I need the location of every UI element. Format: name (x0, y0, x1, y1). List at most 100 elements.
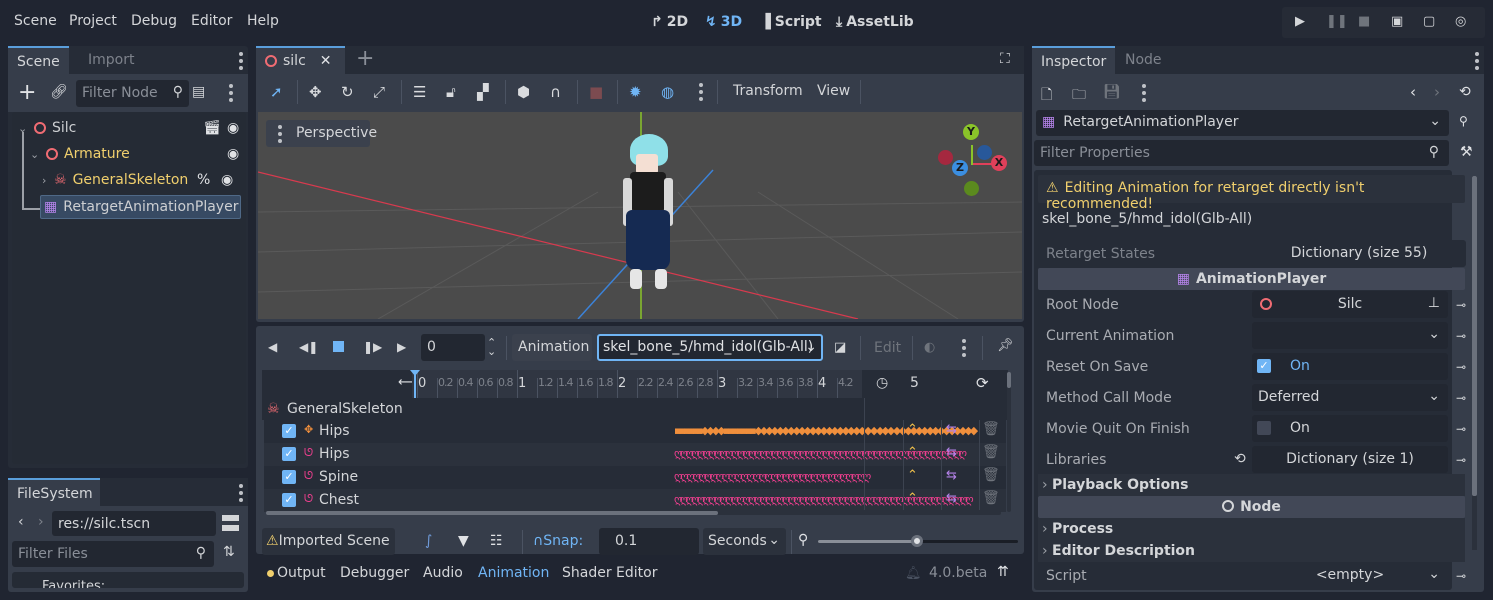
menu-editor[interactable]: Editor (191, 13, 232, 29)
gizmo-z[interactable]: Z (952, 160, 968, 176)
snap-unit-select[interactable]: Seconds ⌄ (703, 528, 786, 555)
mode-script-button[interactable]: ▐ Script (760, 14, 822, 30)
new-scene-tab-icon[interactable]: + (356, 46, 374, 71)
menu-help[interactable]: Help (247, 13, 279, 29)
revert-icon[interactable]: ⟲ (1234, 451, 1246, 467)
new-resource-icon[interactable]: 🗋︎ (1041, 84, 1052, 108)
menu-debug[interactable]: Debug (131, 13, 177, 29)
3d-viewport[interactable]: Perspective Y X Z (258, 112, 1022, 319)
orientation-gizmo[interactable]: Y X Z (938, 124, 1018, 204)
onion-options-icon[interactable] (962, 339, 966, 357)
snap-toggle[interactable]: ∩Snap: (533, 533, 583, 549)
root-node-value[interactable]: Silc ⊥ (1252, 291, 1448, 318)
scene-tree-menu-icon[interactable] (229, 84, 233, 102)
lock-icon[interactable]: 🔓︎ (446, 83, 456, 101)
snap-icon[interactable]: ∩ (550, 83, 561, 101)
imported-scene-warning-button[interactable]: ⚠Imported Scene (262, 528, 395, 555)
bottom-tab-animation[interactable]: Animation (478, 565, 549, 581)
forward-icon[interactable]: › (38, 514, 44, 530)
keyframe-icon[interactable]: ⊸ (1456, 329, 1466, 343)
visibility-icon[interactable]: ◉ (227, 146, 239, 162)
bottom-tab-shader-editor[interactable]: Shader Editor (562, 565, 657, 581)
notification-bell-icon[interactable]: 🔔︎ (905, 566, 922, 581)
pause-icon[interactable]: ❚❚ (1326, 14, 1348, 29)
distraction-free-icon[interactable]: ⛶ (1000, 51, 1010, 67)
loop-wrap-icon[interactable]: ⇆ (946, 491, 957, 506)
gizmo-neg-z[interactable] (977, 145, 992, 160)
keyframe-icon[interactable]: ⊸ (1456, 360, 1466, 374)
movie-quit-checkbox[interactable]: On (1252, 415, 1448, 442)
gizmo-y[interactable]: Y (963, 124, 979, 140)
add-node-icon[interactable]: + (18, 80, 36, 105)
gizmo-neg-y[interactable] (964, 181, 979, 196)
track-enabled-checkbox[interactable]: ✓ (282, 493, 296, 507)
filter-properties-input[interactable]: Filter Properties ⚲ (1034, 140, 1449, 166)
group-tracks-icon[interactable]: ☷ (490, 533, 503, 549)
track-enabled-checkbox[interactable]: ✓ (282, 424, 296, 438)
group-icon[interactable]: ▞ (477, 83, 489, 101)
delete-track-icon[interactable]: 🗑︎ (982, 490, 1000, 506)
keyframe-icon[interactable]: ⊸ (1456, 391, 1466, 405)
play-backwards-icon[interactable]: ◀ (268, 340, 277, 354)
bottom-tab-output[interactable]: Output (277, 565, 326, 581)
keyframe-icon[interactable]: ⊸ (1456, 453, 1466, 467)
object-selector[interactable]: ▦ RetargetAnimationPlayer ⌄ (1036, 110, 1449, 136)
current-animation-select[interactable]: ⌄ (1252, 322, 1448, 349)
track-row[interactable]: ✓ ᘎ Spine ღ ღ ღ ღღღღ ღ ღ ღ ღ ღ ღ ღ ღღ ღღ… (264, 466, 1006, 489)
bottom-tab-audio[interactable]: Audio (423, 565, 463, 581)
property-tools-icon[interactable]: ⚒ (1460, 144, 1473, 160)
tree-item-armature[interactable]: ⌄ Armature ◉ (30, 142, 240, 166)
reset-on-save-checkbox[interactable]: ✓ On (1252, 353, 1448, 380)
resource-menu-icon[interactable] (1142, 84, 1146, 102)
filter-nodes-input[interactable]: Filter Node ⚲ (76, 80, 189, 107)
inspector-menu-icon[interactable] (1475, 52, 1479, 70)
back-icon[interactable]: ‹ (18, 514, 24, 530)
menu-scene[interactable]: Scene (14, 13, 57, 29)
track-enabled-checkbox[interactable]: ✓ (282, 447, 296, 461)
sort-icon[interactable]: ⇅ (223, 544, 235, 560)
timeline-ruler[interactable]: 0 0.2 0.4 0.6 0.8 1 1.2 1.4 1.6 1.8 2 2.2 2.4 2.6 2.8 3… (412, 370, 862, 398)
perspective-menu[interactable]: Perspective (266, 120, 377, 147)
track-row[interactable]: ✓ ᘎ Chest ღღღღღღღღღღღღ ღღღღღღღღღღღღღღღღღ… (264, 489, 1006, 512)
scene-dock-menu-icon[interactable] (239, 52, 243, 70)
time-input[interactable]: 0 (421, 334, 485, 361)
animation-length-input[interactable]: 5 (902, 372, 966, 396)
gizmo-neg-x[interactable] (938, 150, 953, 165)
track-enabled-checkbox[interactable]: ✓ (282, 470, 296, 484)
group-playback-options[interactable]: › Playback Options (1038, 474, 1465, 496)
save-resource-icon[interactable]: 💾︎ (1103, 84, 1121, 100)
visibility-icon[interactable]: ◉ (227, 120, 239, 136)
favorites-item[interactable]: Favorites: (42, 579, 105, 588)
view-menu[interactable]: View (817, 83, 850, 99)
snap-value-input[interactable]: 0.1 (599, 528, 699, 555)
bottom-tab-debugger[interactable]: Debugger (340, 565, 409, 581)
spin-arrows-icon[interactable]: ⌃ ⌄ (487, 337, 496, 357)
loop-icon[interactable]: ⟳ (976, 374, 989, 392)
movie-maker-icon[interactable]: ◎ (1455, 14, 1466, 29)
track-row[interactable]: ✓ ✥ Hips ▪▪▪▪▪▪◆◆◆◆▪▪▪▪▪▪▪ ◆◆◆◆◆◆◆◆◆◆◆◆◆… (264, 420, 1006, 443)
loop-wrap-icon[interactable]: ⇆ (946, 468, 957, 483)
transform-menu[interactable]: Transform (733, 83, 803, 99)
link-icon[interactable]: 🔗︎ (50, 84, 68, 100)
tab-scene[interactable]: Scene (8, 46, 69, 74)
play-backwards-from-end-icon[interactable]: ◀❚ (299, 340, 318, 354)
split-view-icon[interactable] (222, 515, 239, 531)
open-resource-icon[interactable]: 🗀︎ (1072, 84, 1086, 108)
gizmo-x[interactable]: X (991, 155, 1007, 171)
rotate-tool-icon[interactable]: ↻ (341, 83, 354, 101)
stop-icon[interactable]: ■ (1358, 14, 1370, 29)
doc-icon[interactable]: ⚲ (1459, 114, 1468, 128)
clapper-icon[interactable]: 🎬︎ (203, 120, 221, 136)
expand-bottom-panel-icon[interactable]: ⇈ (997, 564, 1009, 580)
stop-icon[interactable] (333, 341, 344, 352)
filter-files-input[interactable]: Filter Files ⚲ (12, 541, 214, 567)
loop-wrap-icon[interactable]: ⇆ (946, 445, 957, 460)
libraries-value[interactable]: Dictionary (size 1) (1252, 446, 1448, 473)
close-icon[interactable]: ✕ (320, 53, 332, 69)
list-select-icon[interactable]: ☰ (413, 83, 426, 101)
sun-icon[interactable]: ✹ (629, 83, 642, 101)
track-row[interactable]: ✓ ᘎ Hips ღღღღღღღღღღ ღღღღღღღღღღღღღღღ ღღღღ… (264, 443, 1006, 466)
interpolation-icon[interactable]: ⌃ (907, 445, 918, 460)
keyframe-icon[interactable]: ⊸ (1456, 422, 1466, 436)
path-input[interactable]: res://silc.tscn (52, 511, 216, 536)
